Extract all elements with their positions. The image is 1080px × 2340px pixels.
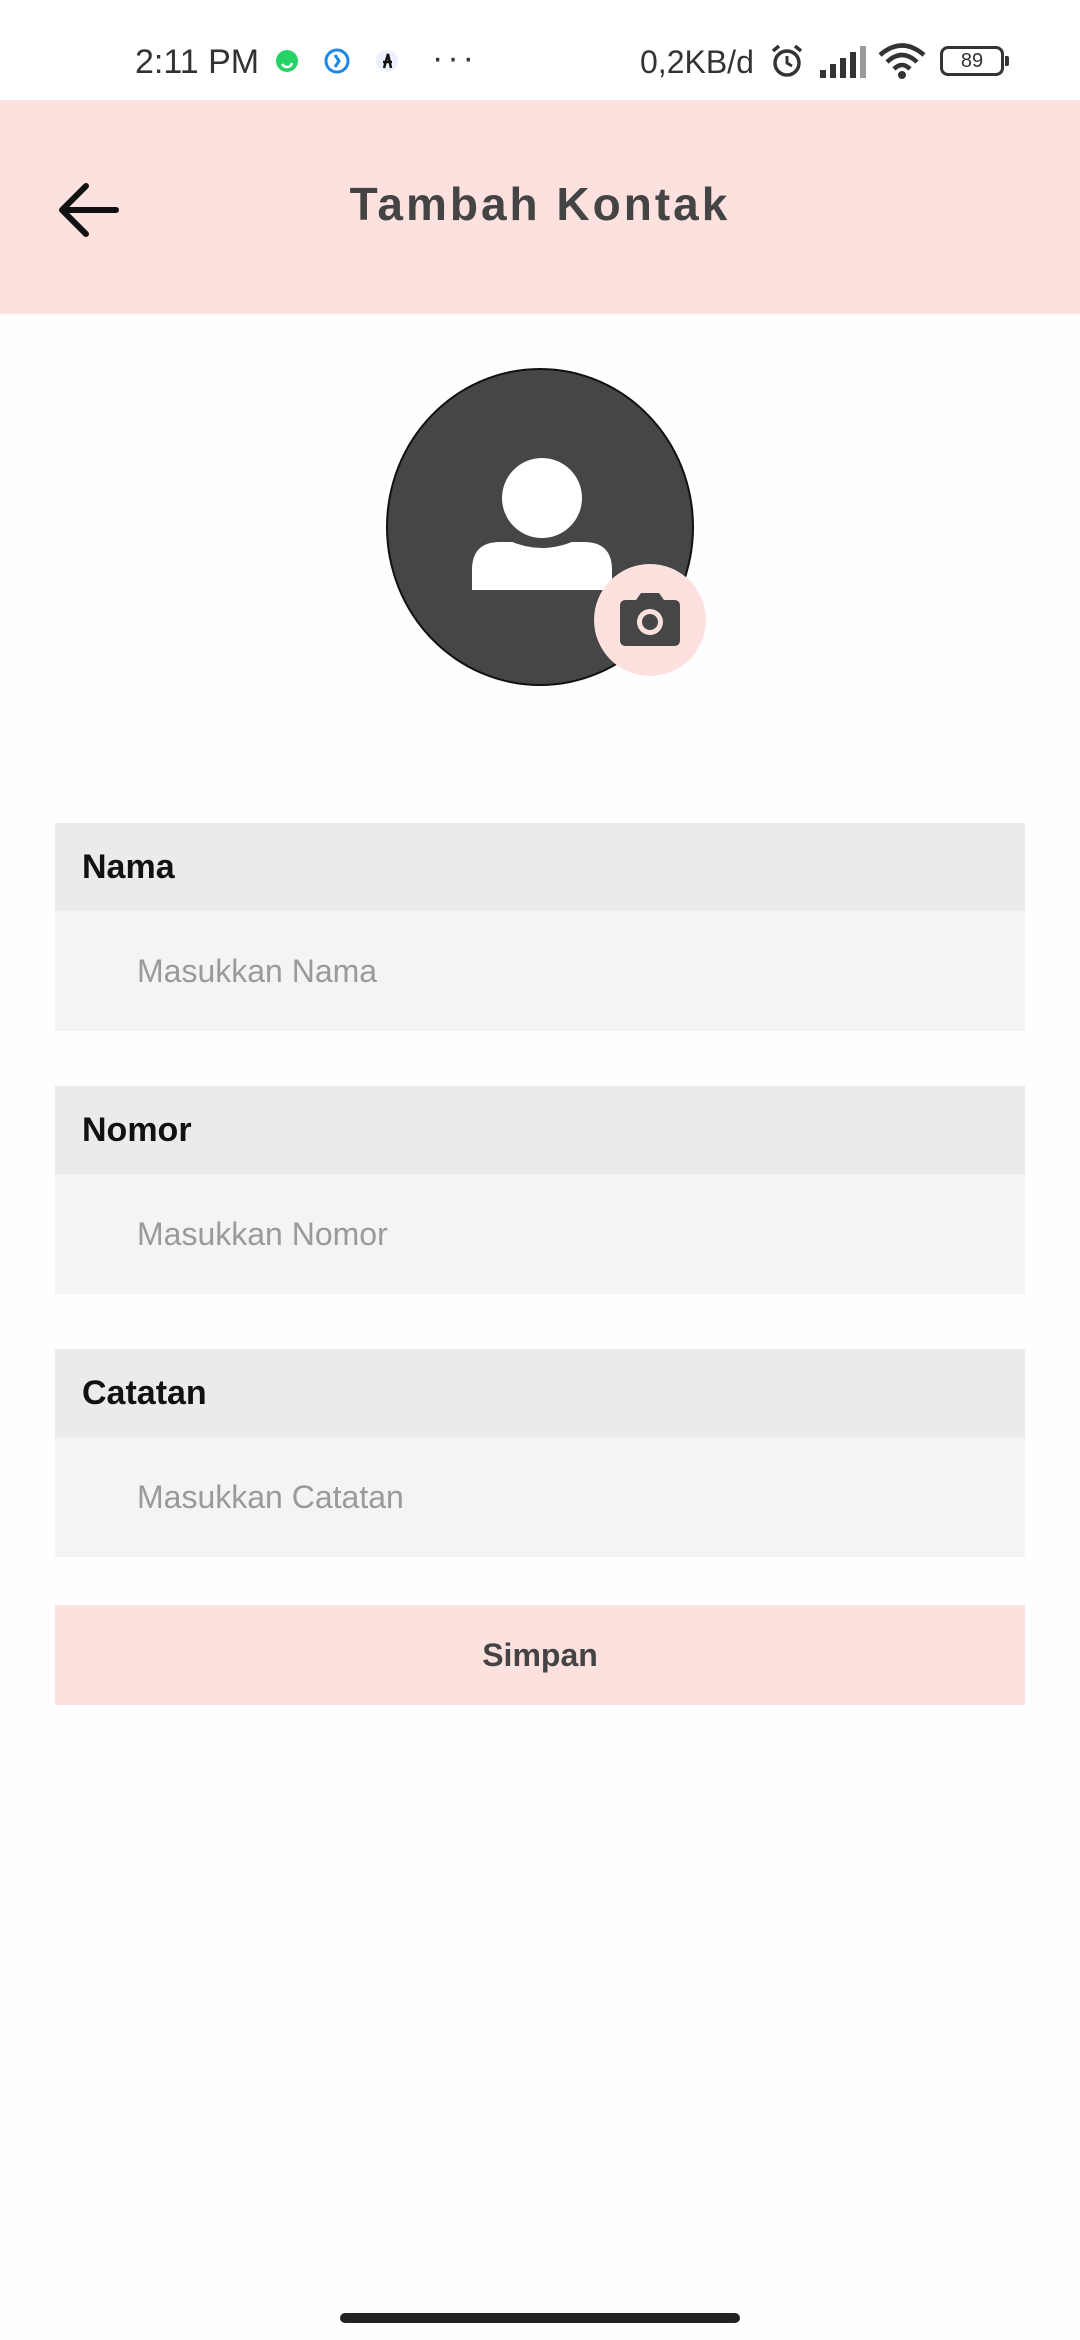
app-bar: Tambah Kontak	[0, 100, 1080, 314]
name-label-bar: Nama	[55, 823, 1025, 911]
add-contact-screen: 2:11 PM ··· 0,2KB/d 89 Tambah Kontak Nam…	[0, 0, 1080, 2340]
number-label-bar: Nomor	[55, 1086, 1025, 1174]
notes-field: Catatan	[55, 1349, 1025, 1557]
status-time: 2:11 PM	[135, 43, 260, 81]
name-input[interactable]	[55, 911, 1025, 1031]
number-field: Nomor	[55, 1086, 1025, 1294]
notes-input[interactable]	[55, 1437, 1025, 1557]
name-field: Nama	[55, 823, 1025, 1031]
save-button[interactable]: Simpan	[55, 1605, 1025, 1705]
name-label: Nama	[82, 848, 175, 886]
signal-icon	[820, 46, 866, 78]
battery-icon: 89	[940, 46, 1009, 76]
page-title: Tambah Kontak	[349, 178, 731, 230]
more-notifications-indicator: ···	[432, 39, 478, 77]
network-speed: 0,2KB/d	[640, 44, 754, 80]
whatsapp-icon	[276, 50, 298, 72]
camera-icon	[620, 593, 680, 646]
status-bar: 2:11 PM ··· 0,2KB/d 89	[0, 0, 1080, 100]
wifi-icon	[878, 43, 926, 79]
change-photo-button[interactable]	[594, 564, 706, 676]
notes-label: Catatan	[82, 1374, 207, 1412]
notes-label-bar: Catatan	[55, 1349, 1025, 1437]
number-input[interactable]	[55, 1174, 1025, 1294]
number-label: Nomor	[82, 1111, 192, 1149]
alarm-icon	[771, 44, 803, 77]
app-notification-icon	[376, 50, 398, 72]
home-indicator[interactable]	[340, 2313, 740, 2323]
vpn-app-icon	[324, 48, 350, 74]
